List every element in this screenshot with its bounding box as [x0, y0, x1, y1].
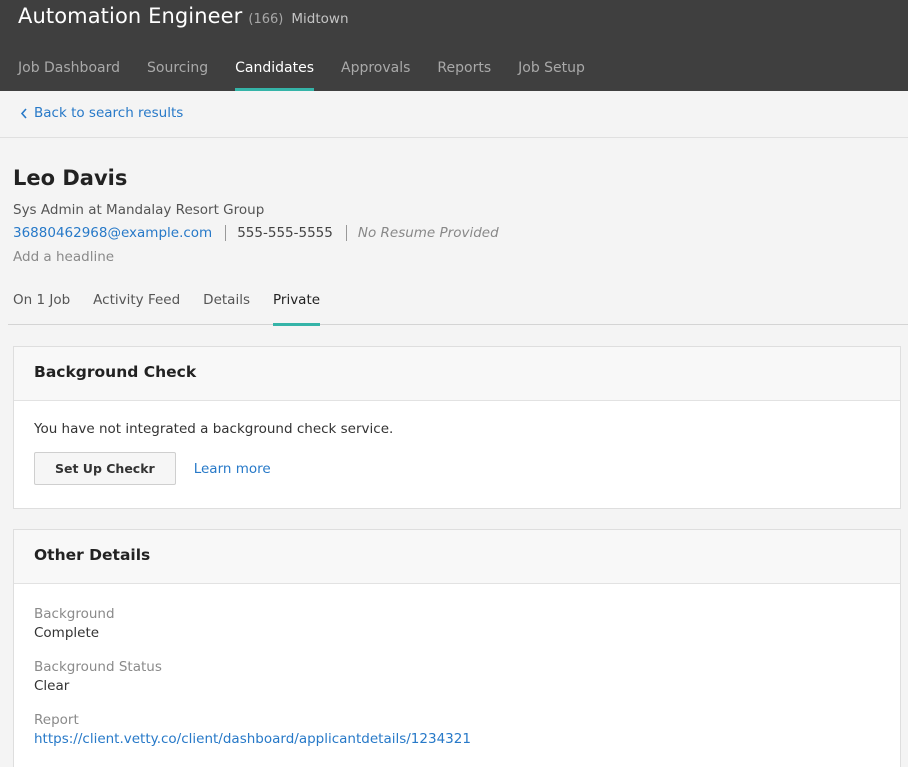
detail-report: Report https://client.vetty.co/client/da… — [34, 712, 880, 747]
contact-row: 36880462968@example.com 555-555-5555 No … — [13, 225, 893, 241]
background-check-card: Background Check You have not integrated… — [13, 346, 901, 509]
back-link-label: Back to search results — [34, 105, 184, 121]
tab-private[interactable]: Private — [272, 287, 321, 326]
job-nav: Job Dashboard Sourcing Candidates Approv… — [18, 60, 612, 91]
detail-label: Background — [34, 606, 115, 622]
divider — [345, 225, 347, 241]
candidate-name: Leo Davis — [13, 166, 128, 190]
job-title-row: Automation Engineer (166) Midtown — [18, 4, 349, 28]
background-check-actions: Set Up Checkr Learn more — [34, 452, 880, 485]
resume-status: No Resume Provided — [357, 225, 499, 241]
background-check-body: You have not integrated a background che… — [14, 401, 900, 505]
candidate-profile: Leo Davis Sys Admin at Mandalay Resort G… — [13, 166, 893, 265]
learn-more-link[interactable]: Learn more — [194, 461, 271, 477]
top-header: Automation Engineer (166) Midtown Job Da… — [0, 0, 908, 91]
tab-on-1-job[interactable]: On 1 Job — [13, 287, 70, 325]
nav-approvals[interactable]: Approvals — [341, 60, 410, 91]
detail-value: Complete — [34, 625, 100, 641]
add-headline[interactable]: Add a headline — [13, 249, 893, 265]
report-link[interactable]: https://client.vetty.co/client/dashboard… — [34, 731, 471, 747]
nav-sourcing[interactable]: Sourcing — [147, 60, 208, 91]
candidate-phone: 555-555-5555 — [237, 225, 333, 241]
job-title[interactable]: Automation Engineer — [18, 4, 242, 28]
detail-background-status: Background Status Clear — [34, 659, 880, 694]
background-check-title: Background Check — [14, 347, 900, 401]
background-check-message: You have not integrated a background che… — [34, 421, 394, 437]
candidate-tabs: On 1 Job Activity Feed Details Private — [8, 287, 908, 326]
set-up-checkr-button[interactable]: Set Up Checkr — [34, 452, 176, 485]
tab-details[interactable]: Details — [203, 287, 250, 325]
nav-candidates[interactable]: Candidates — [235, 60, 314, 91]
back-to-search-results-link[interactable]: Back to search results — [20, 105, 183, 121]
job-candidate-count: (166) — [248, 12, 284, 27]
other-details-card: Other Details Background Complete Backgr… — [13, 529, 901, 767]
nav-job-dashboard[interactable]: Job Dashboard — [18, 60, 120, 91]
candidate-email-link[interactable]: 36880462968@example.com — [13, 225, 212, 241]
detail-value: Clear — [34, 678, 70, 694]
detail-background: Background Complete — [34, 606, 880, 641]
chevron-left-icon — [20, 107, 27, 119]
back-bar: Back to search results — [0, 91, 908, 138]
nav-reports[interactable]: Reports — [437, 60, 491, 91]
detail-label: Background Status — [34, 659, 162, 675]
job-location: Midtown — [291, 11, 349, 27]
nav-job-setup[interactable]: Job Setup — [518, 60, 585, 91]
candidate-subtitle: Sys Admin at Mandalay Resort Group — [13, 202, 265, 218]
detail-label: Report — [34, 712, 79, 728]
other-details-title: Other Details — [14, 530, 900, 584]
divider — [225, 225, 227, 241]
other-details-body: Background Complete Background Status Cl… — [14, 584, 900, 767]
tab-activity-feed[interactable]: Activity Feed — [93, 287, 180, 325]
